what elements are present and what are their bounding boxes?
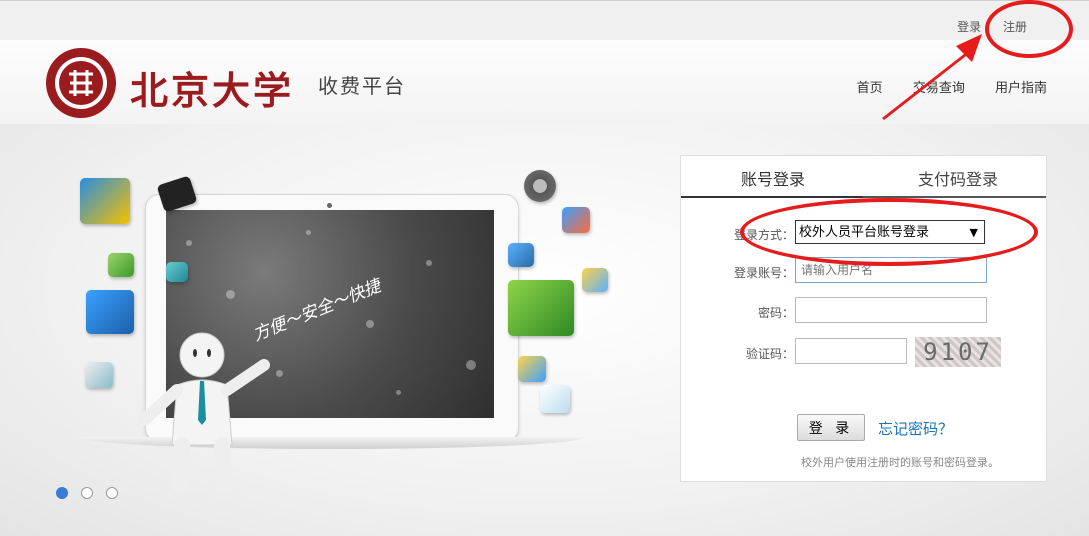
dropdown-arrow-icon: ▼ <box>969 226 978 239</box>
logo-name: 北京大学 <box>130 68 295 113</box>
home-cube-icon <box>508 280 574 336</box>
carousel-dot-3[interactable] <box>106 487 119 499</box>
login-method-select[interactable]: 校外人员平台账号登录 ▼ <box>795 220 985 244</box>
login-panel: 账号登录 支付码登录 登录方式： 校外人员平台账号登录 ▼ 登录账号： 密码： … <box>680 155 1047 482</box>
carousel-dot-2[interactable] <box>81 487 94 499</box>
password-input[interactable] <box>795 297 987 323</box>
hourglass-cube-icon <box>86 290 134 334</box>
doc-cube-icon <box>508 243 534 267</box>
captcha-image[interactable]: 9107 <box>915 337 1001 367</box>
film-reel-icon <box>524 170 556 202</box>
login-submit-button[interactable]: 登 录 <box>797 414 865 441</box>
account-label: 登录账号： <box>733 266 794 280</box>
link-cube-icon <box>540 385 570 413</box>
login-method-label: 登录方式： <box>733 228 794 242</box>
nav-user-guide[interactable]: 用户指南 <box>995 81 1047 96</box>
camera-cube-icon <box>85 362 113 388</box>
mascot-figure <box>138 332 270 493</box>
chart-cube-icon <box>562 207 590 233</box>
globe-cube-icon <box>582 268 608 292</box>
annotation-arrow <box>882 34 982 120</box>
active-tab-indicator <box>681 196 863 198</box>
app-cube-icon <box>80 178 130 224</box>
laptop-camera <box>327 203 332 208</box>
account-input[interactable] <box>795 257 987 283</box>
password-label: 密码： <box>757 306 794 320</box>
forgot-password-link[interactable]: 忘记密码？ <box>878 418 953 439</box>
login-hint: 校外用户使用注册时的账号和密码登录。 <box>801 456 999 469</box>
folder-cube-icon <box>518 356 546 382</box>
login-tabs: 账号登录 支付码登录 <box>681 156 1046 198</box>
photo-cube-icon <box>108 253 134 277</box>
carousel-indicators <box>56 484 126 503</box>
captcha-input[interactable] <box>795 338 907 364</box>
captcha-label: 验证码： <box>745 347 794 361</box>
pku-seal-logo <box>46 48 116 118</box>
logo-subtitle: 收费平台 <box>318 74 406 98</box>
small-cube-icon <box>166 262 188 282</box>
login-method-value: 校外人员平台账号登录 <box>799 225 930 240</box>
tab-paycode-login[interactable]: 支付码登录 <box>918 166 998 190</box>
carousel-dot-1[interactable] <box>56 487 68 499</box>
top-register-link[interactable]: 注册 <box>1003 20 1027 34</box>
tab-account-login[interactable]: 账号登录 <box>741 166 805 190</box>
